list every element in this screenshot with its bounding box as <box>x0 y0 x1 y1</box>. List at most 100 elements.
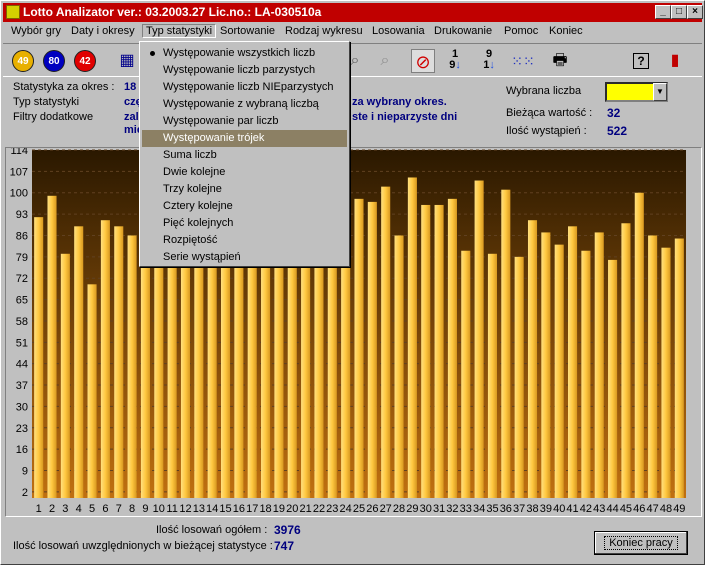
biezaca-value: 32 <box>607 106 621 120</box>
menu-koniec[interactable]: Koniec <box>549 25 583 37</box>
bar-49[interactable] <box>674 238 684 498</box>
chevron-down-icon[interactable]: ▼ <box>653 83 667 101</box>
bar-39[interactable] <box>541 232 551 498</box>
description-line-2: ste i nieparzyste dni <box>352 111 458 123</box>
sort-descending-icon[interactable]: 9 1↓ <box>477 49 501 73</box>
bar-6[interactable] <box>100 220 110 499</box>
dropdown-item[interactable]: Suma liczb <box>142 147 347 164</box>
dropdown-item[interactable]: Trzy kolejne <box>142 181 347 198</box>
dropdown-item[interactable]: Cztery kolejne <box>142 198 347 215</box>
game-49-button[interactable]: 49 <box>12 50 34 72</box>
bar-46[interactable] <box>634 192 644 498</box>
menu-daty-okresy[interactable]: Daty i okresy <box>71 25 135 37</box>
bar-9[interactable] <box>140 253 150 498</box>
bar-37[interactable] <box>514 256 524 498</box>
minimize-button[interactable]: _ <box>655 5 671 19</box>
dropdown-item[interactable]: Występowanie wszystkich liczb <box>142 45 347 62</box>
dropdown-item[interactable]: Rozpiętość <box>142 232 347 249</box>
x-tick-label: 48 <box>660 503 672 515</box>
no-sort-icon[interactable]: ⊘ <box>411 49 435 73</box>
menu-sortowanie[interactable]: Sortowanie <box>220 25 275 37</box>
bar-19[interactable] <box>274 247 284 498</box>
bar-25[interactable] <box>354 198 364 498</box>
game-42-button[interactable]: 42 <box>74 50 96 72</box>
close-button[interactable]: × <box>687 5 703 19</box>
bar-16[interactable] <box>234 247 244 498</box>
x-tick-label: 36 <box>500 503 512 515</box>
dropdown-item[interactable]: Występowanie liczb NIEparzystych <box>142 79 347 96</box>
dropdown-item[interactable]: Występowanie par liczb <box>142 113 347 130</box>
bar-23[interactable] <box>327 247 337 498</box>
bar-43[interactable] <box>594 232 604 498</box>
bar-14[interactable] <box>207 247 217 498</box>
bar-chart: 2 9 16 23 30 37 44 51 58 65 72 79 86 93 100 107 114 1234… <box>5 147 702 517</box>
game-80-button[interactable]: 80 <box>43 50 65 72</box>
bar-48[interactable] <box>661 247 671 498</box>
koniec-pracy-button[interactable]: Koniec pracy <box>594 531 688 555</box>
print-icon[interactable]: 🖶 <box>548 49 572 73</box>
sort-ascending-icon[interactable]: 1 9↓ <box>443 49 467 73</box>
bar-36[interactable] <box>501 189 511 498</box>
bar-44[interactable] <box>608 259 618 498</box>
bar-22[interactable] <box>314 247 324 498</box>
bar-31[interactable] <box>434 204 444 498</box>
bar-21[interactable] <box>301 247 311 498</box>
dropdown-item[interactable]: Występowanie z wybraną liczbą <box>142 96 347 113</box>
menu-typ-statystyki[interactable]: Typ statystyki <box>142 24 217 38</box>
exit-icon[interactable]: ▮ <box>663 49 687 73</box>
dropdown-item-label: Trzy kolejne <box>163 183 222 195</box>
bar-2[interactable] <box>47 195 57 498</box>
maximize-button[interactable]: □ <box>671 5 687 19</box>
menu-drukowanie[interactable]: Drukowanie <box>434 25 492 37</box>
bar-7[interactable] <box>114 226 124 498</box>
bar-11[interactable] <box>167 247 177 498</box>
bar-28[interactable] <box>394 235 404 498</box>
bar-1[interactable] <box>34 217 44 498</box>
bar-41[interactable] <box>568 226 578 498</box>
calendar-icon[interactable]: ▦ <box>115 49 139 73</box>
x-tick-label: 3 <box>62 503 68 515</box>
dropdown-item[interactable]: Występowanie trójek <box>142 130 347 147</box>
bar-34[interactable] <box>474 180 484 499</box>
x-tick-label: 19 <box>273 503 285 515</box>
bar-26[interactable] <box>367 201 377 498</box>
menu-rodzaj-wykresu[interactable]: Rodzaj wykresu <box>285 25 363 37</box>
bar-35[interactable] <box>487 253 498 498</box>
bar-32[interactable] <box>447 198 457 498</box>
bar-40[interactable] <box>554 244 564 498</box>
bar-29[interactable] <box>407 177 417 498</box>
x-tick-label: 27 <box>380 503 392 515</box>
bar-47[interactable] <box>648 235 658 498</box>
menu-pomoc[interactable]: Pomoc <box>504 25 538 37</box>
bar-12[interactable] <box>180 247 191 498</box>
grid-view-icon[interactable]: ⁙⁙ <box>511 49 535 73</box>
bar-20[interactable] <box>287 247 297 498</box>
bar-30[interactable] <box>421 204 431 498</box>
dropdown-item[interactable]: Pięć kolejnych <box>142 215 347 232</box>
bar-42[interactable] <box>581 250 591 498</box>
menu-wybor-gry[interactable]: Wybór gry <box>11 25 61 37</box>
bar-18[interactable] <box>261 247 271 498</box>
x-tick-label: 29 <box>406 503 418 515</box>
menu-losowania[interactable]: Losowania <box>372 25 425 37</box>
biezaca-label: Bieżąca wartość : <box>506 107 593 119</box>
bar-3[interactable] <box>60 253 70 498</box>
bar-17[interactable] <box>247 247 257 498</box>
help-icon[interactable]: ? <box>629 49 653 73</box>
bar-4[interactable] <box>74 226 84 498</box>
zoom-out-icon[interactable]: ⌕ <box>373 49 397 73</box>
bar-24[interactable] <box>341 247 351 498</box>
bar-13[interactable] <box>194 247 204 498</box>
dropdown-item[interactable]: Dwie kolejne <box>142 164 347 181</box>
dropdown-item[interactable]: Występowanie liczb parzystych <box>142 62 347 79</box>
bar-15[interactable] <box>220 247 231 498</box>
title-bar[interactable]: Lotto Analizator ver.: 03.2003.27 Lic.no… <box>3 3 703 22</box>
bar-10[interactable] <box>154 247 164 498</box>
bar-8[interactable] <box>127 235 137 498</box>
bar-38[interactable] <box>527 220 538 499</box>
dropdown-item[interactable]: Serie wystąpień <box>142 249 347 266</box>
bar-27[interactable] <box>381 186 391 498</box>
bar-45[interactable] <box>621 223 631 498</box>
bar-5[interactable] <box>87 284 97 498</box>
bar-33[interactable] <box>461 250 471 498</box>
